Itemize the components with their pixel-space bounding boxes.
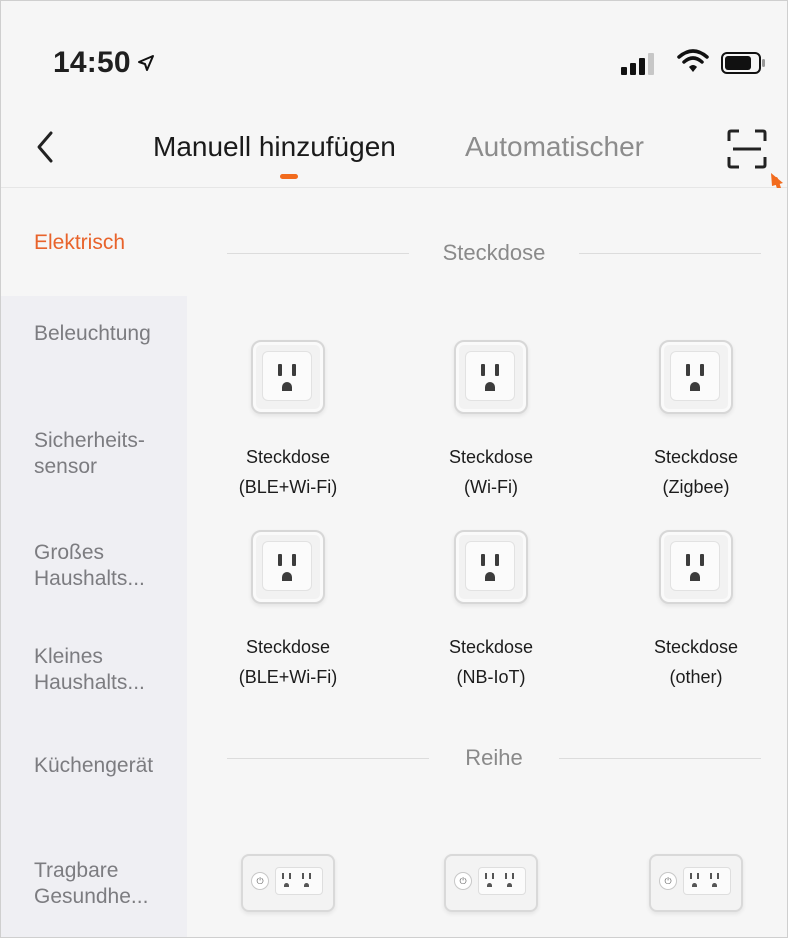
tab-automatic[interactable]: Automatischer bbox=[465, 131, 644, 163]
power-icon: ⏻ bbox=[454, 872, 472, 890]
device-name-line: (Zigbee) bbox=[662, 477, 730, 497]
sidebar-item-grosses-haushalts[interactable]: Großes Haushalts... bbox=[1, 540, 187, 592]
tab-manual-add[interactable]: Manuell hinzufügen bbox=[153, 131, 396, 163]
sidebar-item-label: Haushalts... bbox=[34, 567, 145, 590]
device-name-line: Steckdose bbox=[448, 637, 534, 657]
device-name-line: Steckdose bbox=[245, 447, 331, 467]
nav-header: Manuell hinzufügen Automatischer bbox=[1, 111, 787, 188]
wall-socket-icon bbox=[659, 340, 733, 414]
signal-bars-icon bbox=[621, 51, 661, 75]
app-screen: 14:50 Manuell hinzufügen Automatischer E… bbox=[0, 0, 788, 938]
device-name: Steckdose (NB-IoT) bbox=[396, 632, 586, 692]
sidebar-item-label: Kleines bbox=[34, 645, 103, 668]
device-name-line: Steckdose bbox=[245, 637, 331, 657]
wall-socket-icon bbox=[454, 340, 528, 414]
device-card[interactable]: Steckdose (other) bbox=[601, 530, 787, 692]
scan-button[interactable] bbox=[725, 127, 769, 171]
device-card[interactable]: Steckdose (BLE+Wi-Fi) bbox=[193, 340, 383, 502]
device-name: Steckdose (BLE+Wi-Fi) bbox=[193, 442, 383, 502]
device-name: Steckdose (other) bbox=[601, 632, 787, 692]
wall-socket-icon bbox=[251, 340, 325, 414]
section-header-reihe: Reihe bbox=[227, 743, 761, 773]
wall-socket-icon bbox=[454, 530, 528, 604]
device-name-line: (BLE+Wi-Fi) bbox=[238, 477, 338, 497]
power-icon: ⏻ bbox=[659, 872, 677, 890]
device-card[interactable]: ⏻ bbox=[193, 854, 383, 912]
sidebar-item-kleines-haushalts[interactable]: Kleines Haushalts... bbox=[1, 644, 187, 696]
status-bar: 14:50 bbox=[1, 1, 787, 111]
power-strip-icon: ⏻ bbox=[649, 854, 743, 912]
divider bbox=[579, 253, 761, 254]
sidebar-item-tragbare-gesundheit[interactable]: Tragbare Gesundhe... bbox=[1, 858, 187, 910]
location-arrow-icon bbox=[137, 52, 155, 78]
device-name-line: (Wi-Fi) bbox=[464, 477, 518, 497]
section-title: Steckdose bbox=[426, 238, 562, 268]
device-name: Steckdose (Zigbee) bbox=[601, 442, 787, 502]
sidebar-item-label: Küchengerät bbox=[34, 754, 154, 777]
divider bbox=[227, 758, 429, 759]
device-name-line: Steckdose bbox=[448, 447, 534, 467]
device-card[interactable]: Steckdose (NB-IoT) bbox=[396, 530, 586, 692]
sidebar-item-label: Großes bbox=[34, 541, 105, 564]
sidebar-item-label: Haushalts... bbox=[34, 671, 145, 694]
time-text: 14:50 bbox=[53, 46, 131, 79]
sidebar-item-label: Beleuchtung bbox=[34, 322, 151, 345]
wifi-icon bbox=[677, 47, 709, 75]
sidebar-item-label: Elektrisch bbox=[34, 231, 126, 254]
device-card[interactable]: Steckdose (Zigbee) bbox=[601, 340, 787, 502]
sidebar-item-sicherheitssensor[interactable]: Sicherheits- sensor bbox=[1, 428, 187, 480]
device-card[interactable]: ⏻ bbox=[396, 854, 586, 912]
sidebar-item-label: Sicherheits- bbox=[34, 429, 145, 452]
device-name-line: (BLE+Wi-Fi) bbox=[238, 667, 338, 687]
category-sidebar: Elektrisch Beleuchtung Sicherheits- sens… bbox=[1, 188, 187, 937]
active-tab-indicator bbox=[280, 174, 298, 179]
device-name-line: (other) bbox=[669, 667, 723, 687]
scan-icon bbox=[725, 129, 769, 175]
power-icon: ⏻ bbox=[251, 872, 269, 890]
sidebar-item-label: Tragbare bbox=[34, 859, 119, 882]
device-card[interactable]: Steckdose (BLE+Wi-Fi) bbox=[193, 530, 383, 692]
divider bbox=[227, 253, 409, 254]
battery-icon bbox=[721, 51, 767, 75]
device-name: Steckdose (BLE+Wi-Fi) bbox=[193, 632, 383, 692]
status-time: 14:50 bbox=[53, 46, 155, 80]
chevron-left-icon bbox=[31, 131, 61, 171]
power-strip-icon: ⏻ bbox=[241, 854, 335, 912]
sidebar-item-beleuchtung[interactable]: Beleuchtung bbox=[1, 321, 187, 347]
wall-socket-icon bbox=[659, 530, 733, 604]
device-name-line: (NB-IoT) bbox=[456, 667, 526, 687]
device-name-line: Steckdose bbox=[653, 637, 739, 657]
sidebar-item-label: sensor bbox=[34, 455, 98, 478]
sidebar-item-label: Gesundhe... bbox=[34, 885, 149, 908]
power-strip-icon: ⏻ bbox=[444, 854, 538, 912]
section-title: Reihe bbox=[449, 743, 539, 773]
divider bbox=[559, 758, 761, 759]
device-card[interactable]: ⏻ bbox=[601, 854, 787, 912]
device-name: Steckdose (Wi-Fi) bbox=[396, 442, 586, 502]
section-header-steckdose: Steckdose bbox=[227, 238, 761, 268]
wall-socket-icon bbox=[251, 530, 325, 604]
back-button[interactable] bbox=[31, 127, 61, 167]
device-card[interactable]: Steckdose (Wi-Fi) bbox=[396, 340, 586, 502]
sidebar-item-kuechengeraet[interactable]: Küchengerät bbox=[1, 753, 187, 779]
device-name-line: Steckdose bbox=[653, 447, 739, 467]
device-content: Steckdose Steckdose (BLE+Wi-Fi) Steckdos… bbox=[187, 188, 787, 937]
sidebar-item-elektrisch[interactable]: Elektrisch bbox=[1, 188, 187, 296]
